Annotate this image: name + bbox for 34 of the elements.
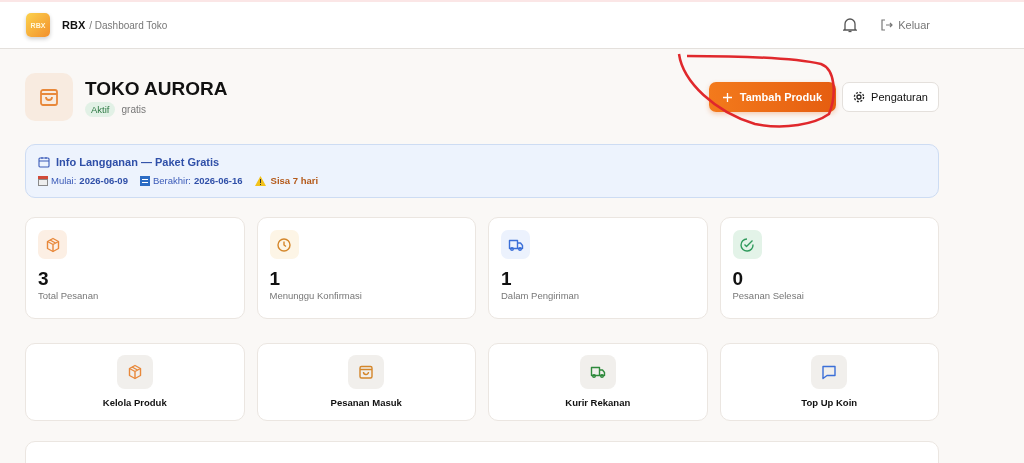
- shortcut-card[interactable]: Top Up Koin: [719, 343, 939, 421]
- warning-icon: [254, 175, 266, 186]
- calendar-icon: [38, 175, 48, 186]
- shortcut-card[interactable]: Kelola Produk: [25, 343, 245, 421]
- gear-icon: [853, 91, 866, 103]
- shopping-bag-icon: [25, 73, 73, 121]
- end-label: Berakhir:: [152, 175, 191, 186]
- end-date: 2026-06-16: [193, 175, 243, 186]
- stat-label: Dalam Pengiriman: [501, 290, 581, 301]
- stat-label: Menunggu Konfirmasi: [269, 290, 363, 301]
- brand-name: RBX: [62, 19, 86, 31]
- logout-icon: [881, 19, 894, 31]
- breadcrumb: / Dashboard Toko: [89, 19, 168, 31]
- stat-label: Total Pesanan: [38, 290, 100, 301]
- subscription-title: Info Langganan — Paket Gratis: [56, 156, 220, 168]
- remaining-days: Sisa 7 hari: [270, 175, 319, 186]
- settings-button[interactable]: Pengaturan: [842, 82, 939, 112]
- status-badge: Aktif: [85, 101, 116, 117]
- stat-value: 0: [732, 268, 745, 290]
- calendar-icon: [38, 156, 50, 168]
- stat-value: 3: [38, 268, 50, 290]
- plus-icon: [722, 92, 732, 102]
- shortcut-card[interactable]: Kurir Rekanan: [488, 343, 708, 421]
- store-name: TOKO AURORA: [85, 77, 228, 100]
- bell-icon[interactable]: [843, 17, 858, 33]
- start-date: 2026-06-09: [79, 175, 128, 186]
- stat-value: 1: [501, 268, 513, 290]
- plan-label: gratis: [121, 103, 146, 115]
- logout-link[interactable]: Keluar: [881, 19, 930, 31]
- stat-value: 1: [269, 268, 282, 290]
- calendar-icon: [139, 175, 150, 186]
- stat-label: Pesanan Selesai: [732, 290, 805, 301]
- shortcut-card[interactable]: Pesanan Masuk: [256, 343, 476, 421]
- start-label: Mulai:: [51, 175, 77, 186]
